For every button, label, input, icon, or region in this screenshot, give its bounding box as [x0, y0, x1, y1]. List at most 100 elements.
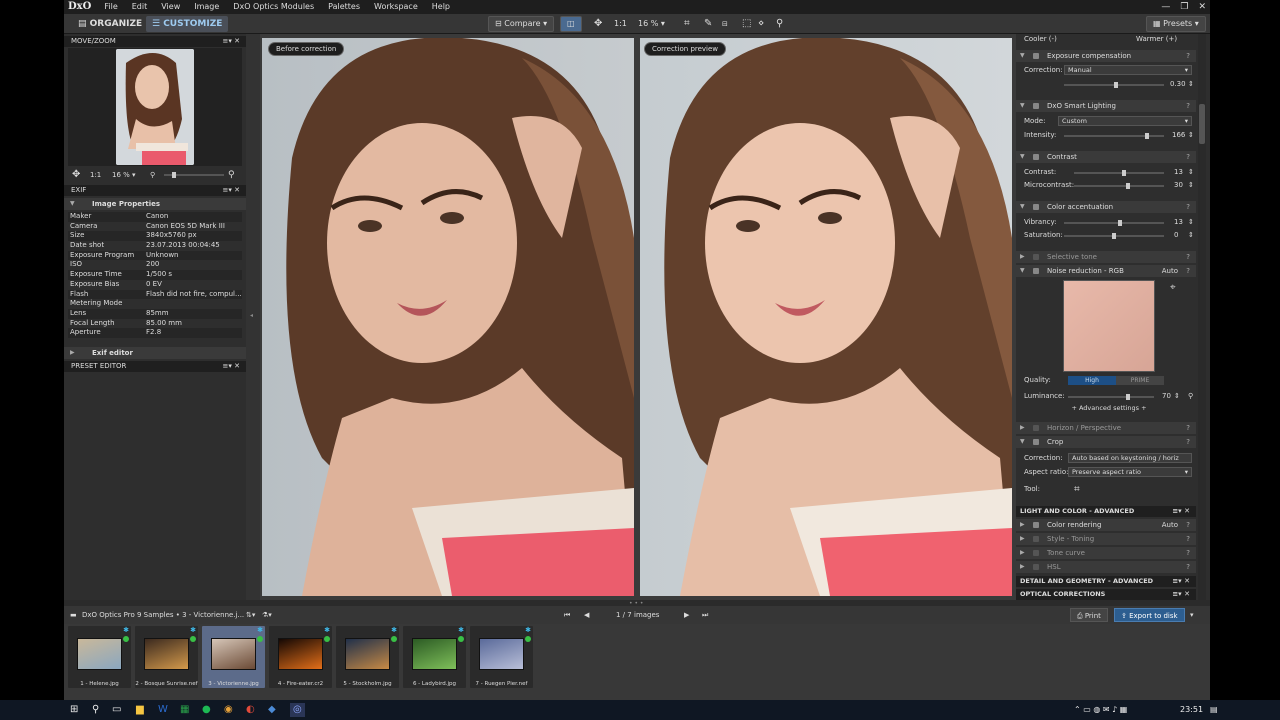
intensity-value[interactable]: 166	[1172, 130, 1185, 141]
filmstrip-thumbnail[interactable]: 4 - Fire-eater.cr2 ✱	[269, 626, 332, 688]
optical-corrections-header[interactable]: OPTICAL CORRECTIONS ≡▾ ✕	[1016, 589, 1196, 600]
color-rendering-section-header[interactable]: ▶ Color rendering Auto?	[1016, 519, 1196, 531]
quality-high-button[interactable]: High	[1068, 376, 1116, 385]
horizon-section-header[interactable]: ▶ Horizon / Perspective?	[1016, 422, 1196, 434]
chevron-down-icon[interactable]: ▾	[1190, 606, 1194, 624]
exposure-value[interactable]: 0.30	[1170, 79, 1186, 90]
section-toggle[interactable]	[1033, 439, 1039, 445]
color-rendering-auto-button[interactable]: Auto	[1162, 519, 1178, 531]
eyedropper-icon[interactable]: ⚲	[1188, 391, 1193, 402]
help-icon[interactable]: ?	[1186, 50, 1190, 62]
crop-section-header[interactable]: ▼ Crop?	[1016, 436, 1196, 448]
print-button[interactable]: ⎙ Print	[1070, 608, 1108, 622]
smart-lighting-section-header[interactable]: ▼ DxO Smart Lighting?	[1016, 100, 1196, 112]
section-toggle[interactable]	[1033, 204, 1039, 210]
perspective-icon[interactable]: ⋄	[758, 17, 764, 31]
target-icon[interactable]: ⌖	[1170, 282, 1176, 293]
section-toggle[interactable]	[1033, 268, 1039, 274]
stepper-icon[interactable]: ⇕	[1188, 230, 1194, 241]
app-icon[interactable]: ◆	[268, 703, 276, 717]
menu-optics-modules[interactable]: DxO Optics Modules	[226, 0, 321, 14]
zoom-fit-button[interactable]: 1:1	[614, 17, 627, 31]
stepper-icon[interactable]: ⇕	[1188, 130, 1194, 141]
section-toggle[interactable]	[1033, 254, 1039, 260]
task-view-icon[interactable]: ▭	[112, 703, 121, 717]
help-icon[interactable]: ?	[1186, 422, 1190, 434]
filmstrip-thumbnail[interactable]: 7 - Ruegen Pier.nef ✱	[470, 626, 533, 688]
style-toning-section-header[interactable]: ▶ Style - Toning?	[1016, 533, 1196, 545]
move-icon[interactable]: ✥	[594, 17, 602, 31]
section-toggle[interactable]	[1033, 564, 1039, 570]
help-icon[interactable]: ?	[1186, 201, 1190, 213]
next-image-icon[interactable]: ▶	[684, 606, 689, 624]
aspect-ratio-select[interactable]: Preserve aspect ratio ▾	[1068, 467, 1192, 477]
help-icon[interactable]: ?	[1186, 519, 1190, 531]
spotify-icon[interactable]: ●	[202, 703, 211, 717]
panel-menu-icon[interactable]: ≡▾	[223, 37, 232, 45]
help-icon[interactable]: ?	[1186, 533, 1190, 545]
panel-controls[interactable]: ≡▾ ✕	[223, 185, 241, 196]
move-icon[interactable]: ✥	[72, 168, 80, 182]
crop-icon[interactable]: ⌗	[1074, 484, 1080, 495]
horizon-icon[interactable]: ⊟	[722, 17, 728, 31]
menu-workspace[interactable]: Workspace	[367, 0, 425, 14]
intensity-slider[interactable]	[1064, 133, 1164, 139]
help-icon[interactable]: ?	[1186, 151, 1190, 163]
zoom-slider[interactable]	[164, 172, 224, 178]
contrast-slider[interactable]	[1074, 170, 1164, 176]
noise-reduction-section-header[interactable]: ▼ Noise reduction - RGB Auto?	[1016, 265, 1196, 277]
sort-icon[interactable]: ⇅▾	[246, 606, 255, 624]
minimize-icon[interactable]: —	[1161, 0, 1170, 14]
stepper-icon[interactable]: ⇕	[1188, 167, 1194, 178]
close-icon[interactable]: ✕	[234, 362, 240, 370]
dxo-taskbar-icon[interactable]: ◎	[290, 703, 305, 717]
tray-icons[interactable]: ⌃ ▭ ◍ ✉ ♪ ▦	[1074, 703, 1127, 717]
section-toggle[interactable]	[1033, 550, 1039, 556]
image-properties-section[interactable]: ▼ Image Properties	[64, 198, 246, 210]
section-toggle[interactable]	[1033, 522, 1039, 528]
before-image[interactable]	[262, 38, 634, 596]
exposure-slider[interactable]	[1064, 82, 1164, 88]
luminance-slider-knob[interactable]	[1126, 394, 1131, 400]
zoom-fit-button[interactable]: 1:1	[90, 168, 101, 182]
vibrancy-slider-knob[interactable]	[1118, 220, 1122, 226]
menu-image[interactable]: Image	[187, 0, 226, 14]
smart-lighting-mode-select[interactable]: Custom ▾	[1058, 116, 1192, 126]
eraser-icon[interactable]: ✎	[704, 17, 712, 31]
prev-image-icon[interactable]: ◀	[584, 606, 589, 624]
help-icon[interactable]: ?	[1186, 100, 1190, 112]
after-image[interactable]	[640, 38, 1012, 596]
panel-menu-icon[interactable]: ≡▾	[223, 362, 232, 370]
panel-controls[interactable]: ≡▾ ✕	[1172, 506, 1190, 517]
saturation-slider-knob[interactable]	[1112, 233, 1116, 239]
section-toggle[interactable]	[1033, 425, 1039, 431]
saturation-value[interactable]: 0	[1174, 230, 1178, 241]
panel-controls[interactable]: ≡▾ ✕	[223, 361, 241, 372]
advanced-settings-link[interactable]: + Advanced settings +	[1024, 403, 1194, 414]
intensity-slider-knob[interactable]	[1145, 133, 1149, 139]
detail-geometry-advanced-header[interactable]: DETAIL AND GEOMETRY - ADVANCED ≡▾ ✕	[1016, 576, 1196, 587]
restore-icon[interactable]: ❐	[1180, 0, 1188, 14]
tone-curve-section-header[interactable]: ▶ Tone curve?	[1016, 547, 1196, 559]
vibrancy-value[interactable]: 13	[1174, 217, 1183, 228]
eyedropper-icon[interactable]: ⚲	[776, 17, 783, 31]
close-icon[interactable]: ✕	[234, 186, 240, 194]
luminance-slider[interactable]	[1068, 394, 1154, 400]
help-icon[interactable]: ?	[1186, 251, 1190, 263]
contrast-section-header[interactable]: ▼ Contrast?	[1016, 151, 1196, 163]
zoom-select[interactable]: 16 % ▾	[112, 168, 136, 182]
clock[interactable]: 23:51	[1180, 703, 1203, 717]
zoom-select[interactable]: 16 % ▾	[638, 17, 665, 31]
filmstrip-path[interactable]: DxO Optics Pro 9 Samples • 3 - Victorien…	[82, 606, 244, 624]
split-view-button[interactable]: ◫	[560, 16, 582, 32]
tab-organize[interactable]: ▤ ORGANIZE	[72, 16, 148, 32]
close-icon[interactable]: ✕	[234, 37, 240, 45]
app-icon[interactable]: ◐	[246, 703, 255, 717]
filmstrip-thumbnail[interactable]: 2 - Bosque Sunrise.nef ✱	[135, 626, 198, 688]
stepper-icon[interactable]: ⇕	[1188, 217, 1194, 228]
panel-controls[interactable]: ≡▾ ✕	[223, 36, 241, 47]
section-toggle[interactable]	[1033, 53, 1039, 59]
help-icon[interactable]: ?	[1186, 561, 1190, 573]
last-image-icon[interactable]: ⏭	[702, 606, 708, 624]
windows-start-icon[interactable]: ⊞	[70, 703, 78, 717]
